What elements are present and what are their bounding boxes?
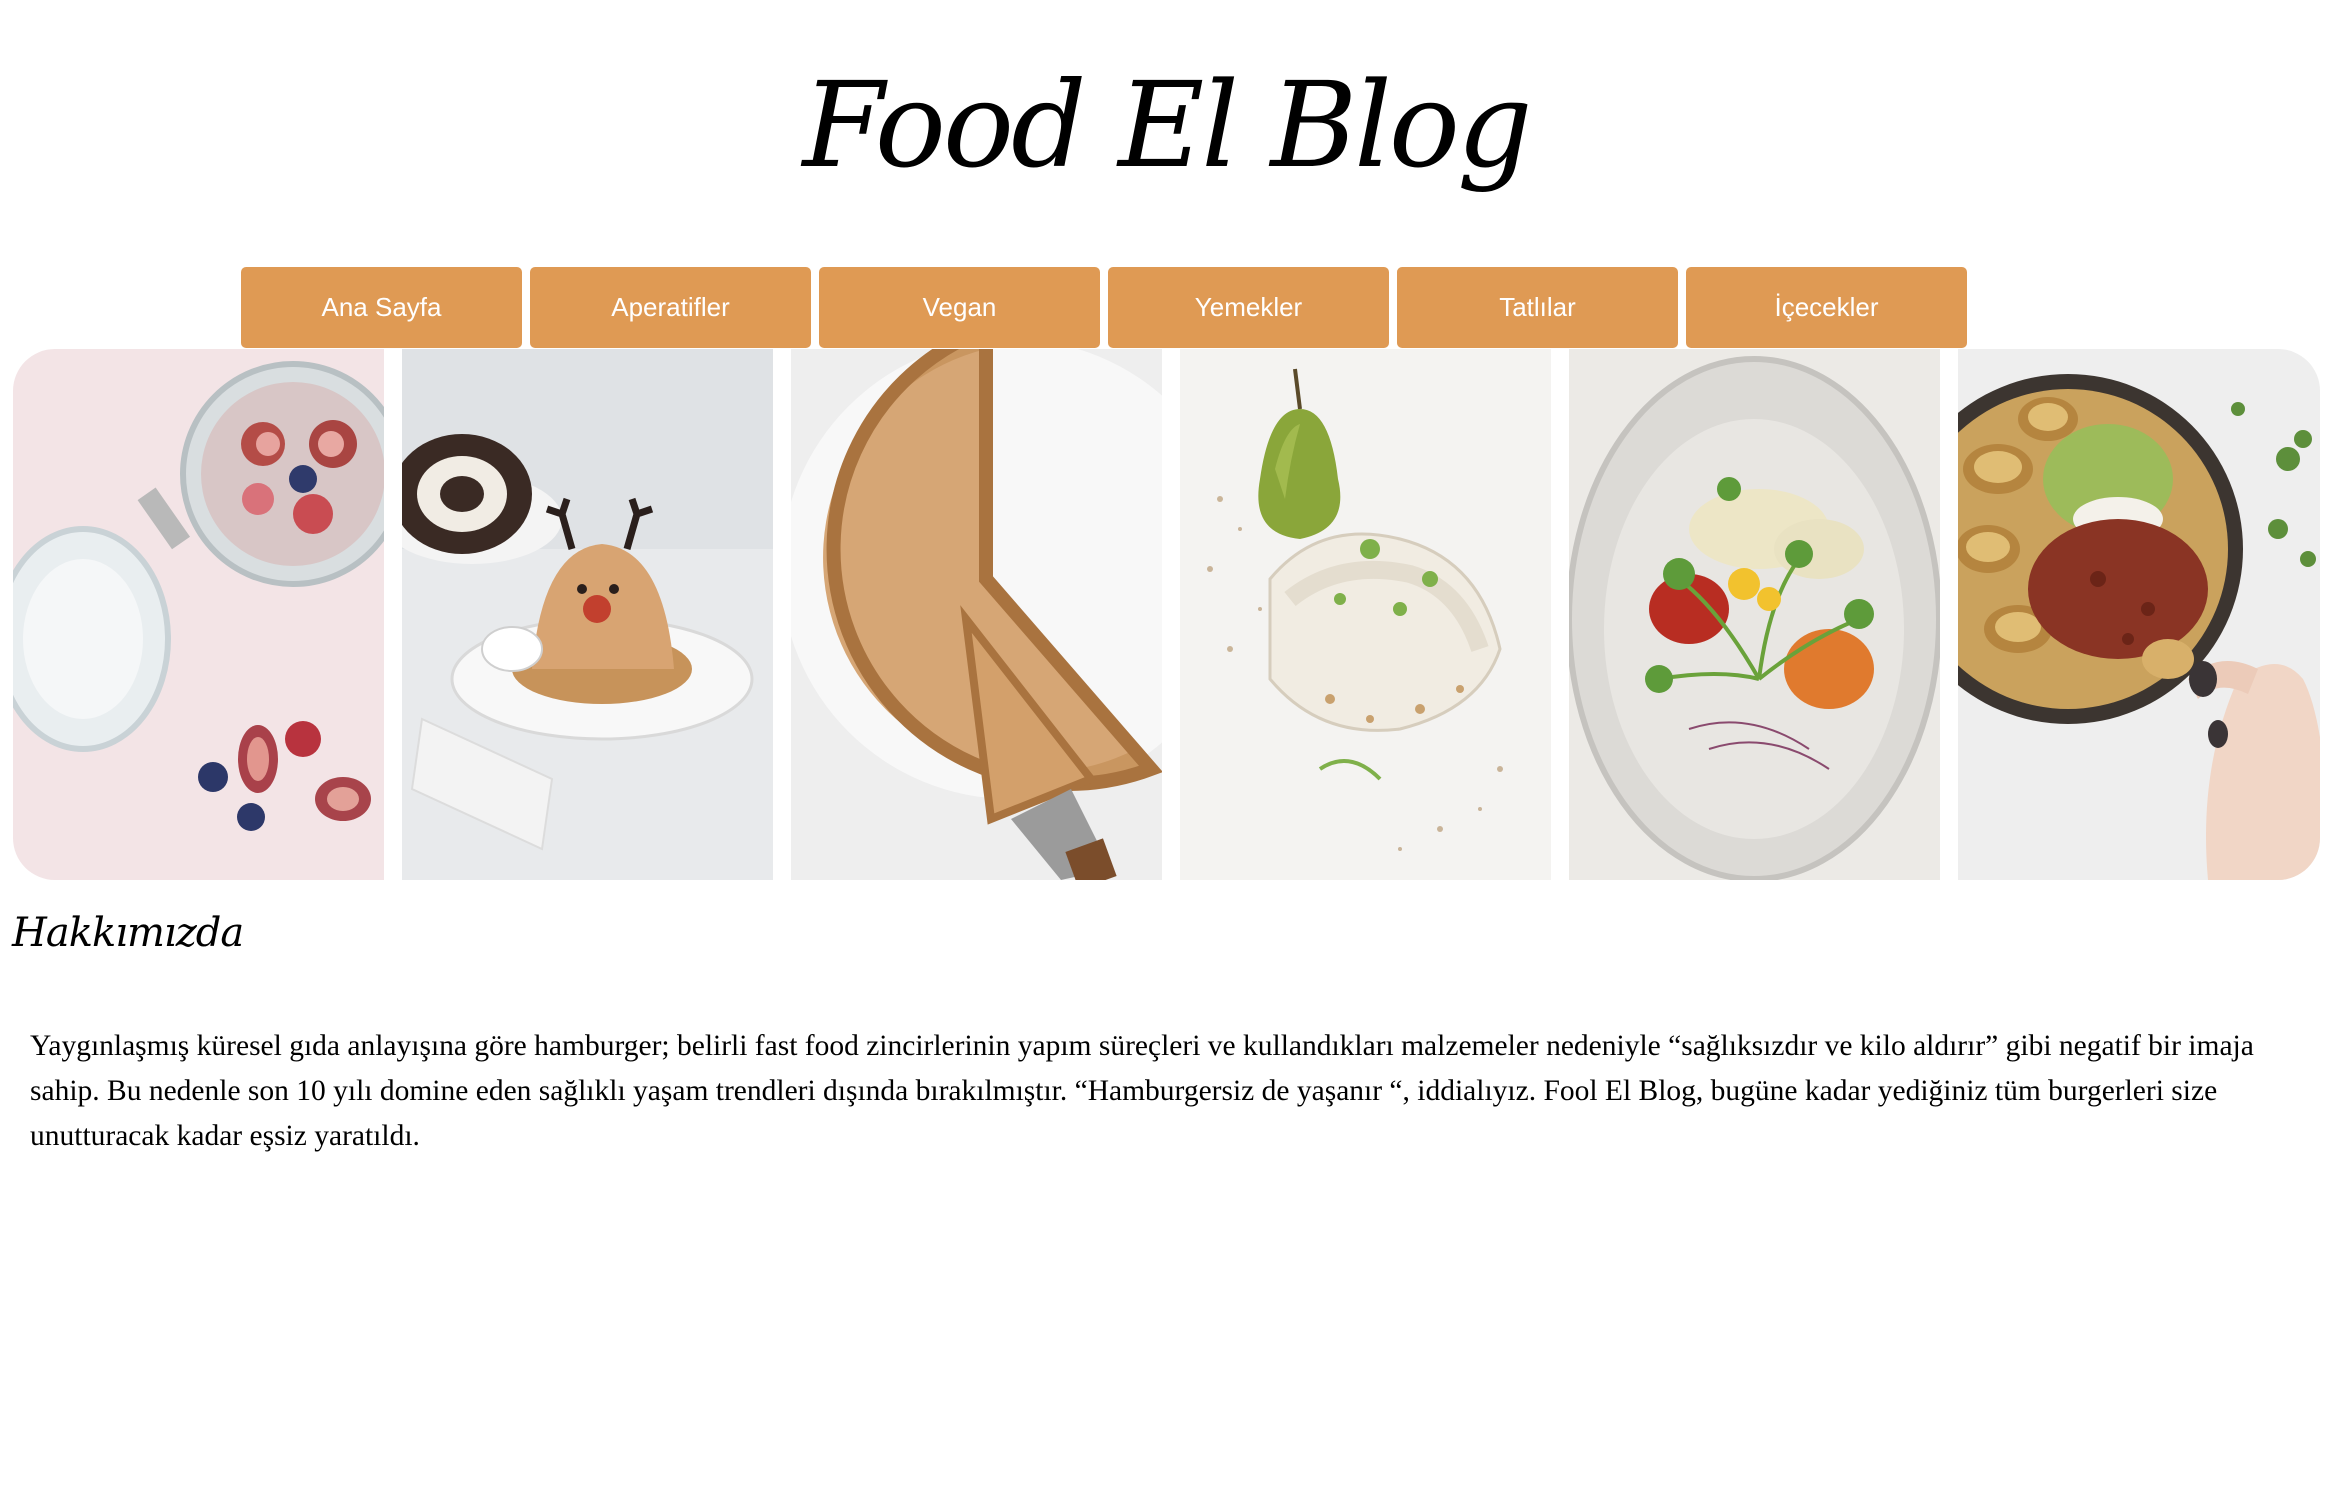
potato-bowl-photo [1958, 349, 2320, 880]
reindeer-dessert-photo [402, 349, 773, 880]
pie-slice-photo [791, 349, 1162, 880]
nav-icecekler-button[interactable]: İçecekler [1686, 267, 1967, 348]
salad-glass-photo [1569, 349, 1940, 880]
food-gallery [13, 349, 2320, 880]
nav-ana-sayfa-button[interactable]: Ana Sayfa [241, 267, 522, 348]
about-heading: Hakkımızda [12, 910, 244, 956]
about-text: Yaygınlaşmış küresel gıda anlayışına gör… [30, 1030, 2254, 1152]
site-title: Food El Blog [802, 56, 1533, 194]
nav-aperatifler-button[interactable]: Aperatifler [530, 267, 811, 348]
chia-pudding-figs-photo [13, 349, 384, 880]
nav-vegan-button[interactable]: Vegan [819, 267, 1100, 348]
nav-tatlilar-button[interactable]: Tatlılar [1397, 267, 1678, 348]
nav-yemekler-button[interactable]: Yemekler [1108, 267, 1389, 348]
pear-plate-photo [1180, 349, 1551, 880]
